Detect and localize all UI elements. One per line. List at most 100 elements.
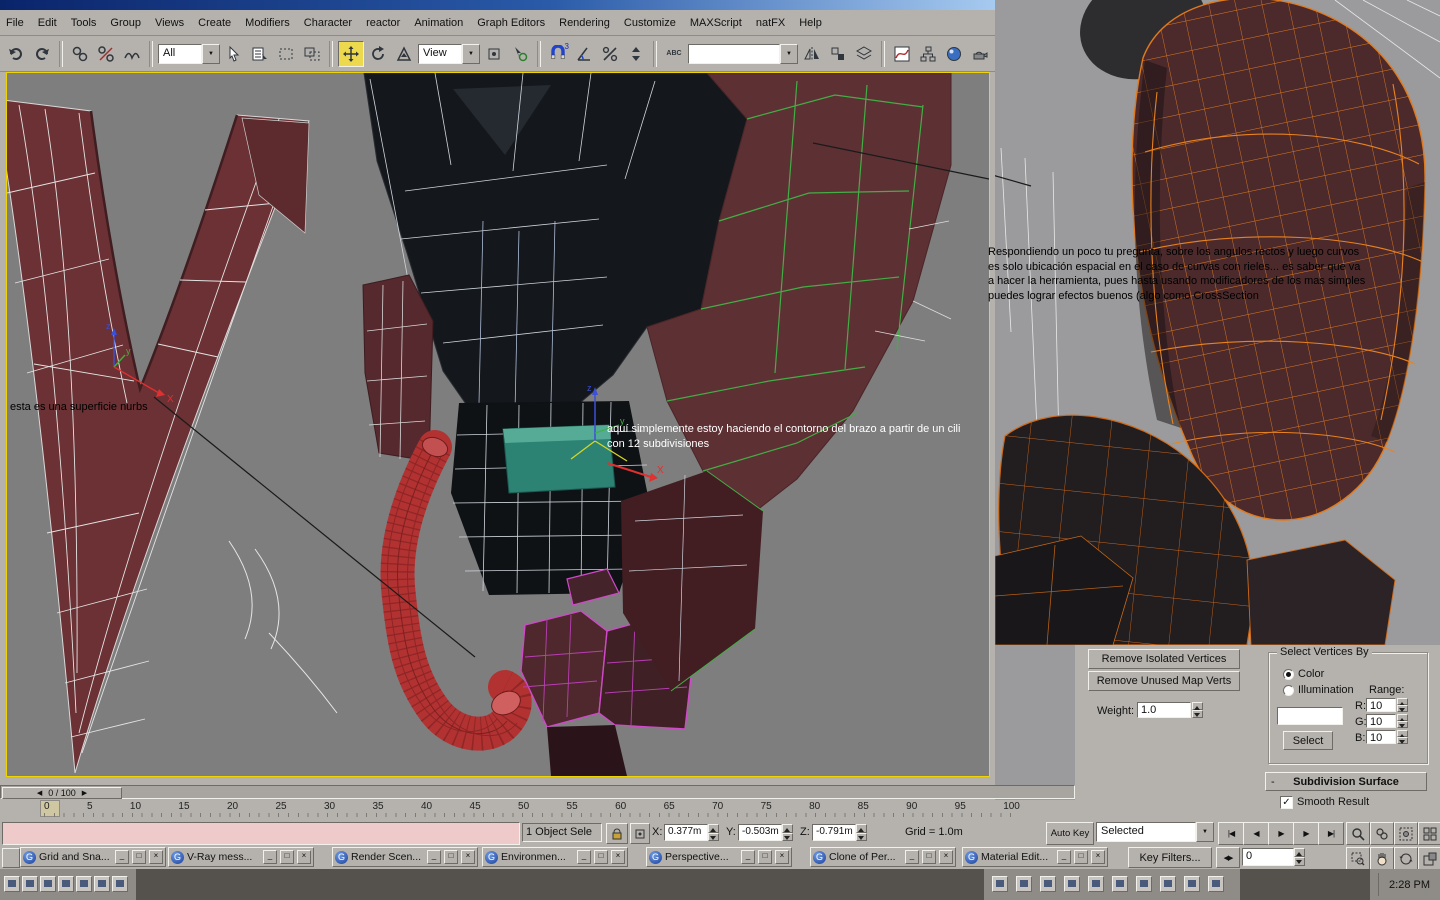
remove-unused-map-verts-button[interactable]: Remove Unused Map Verts	[1088, 671, 1240, 691]
select-and-link-icon[interactable]	[68, 42, 92, 66]
restore-icon[interactable]: □	[280, 850, 294, 864]
menu-maxscript[interactable]: MAXScript	[690, 17, 742, 29]
color-radio[interactable]	[1283, 669, 1294, 680]
chevron-down-icon[interactable]: ▼	[202, 43, 220, 64]
bind-to-spacewarp-icon[interactable]	[120, 42, 144, 66]
x-spinner[interactable]	[708, 824, 719, 841]
close-icon[interactable]: ×	[1091, 850, 1105, 864]
select-and-scale-icon[interactable]	[392, 42, 416, 66]
minimize-icon[interactable]: _	[115, 850, 129, 864]
taskbar-icon[interactable]	[40, 876, 56, 892]
menu-reactor[interactable]: reactor	[366, 17, 400, 29]
color-swatch[interactable]	[1277, 707, 1343, 725]
current-frame-field[interactable]: 0	[1242, 848, 1294, 866]
tray-icon[interactable]	[1112, 876, 1128, 892]
menu-natfx[interactable]: natFX	[756, 17, 785, 29]
selection-lock-button[interactable]	[606, 823, 628, 844]
key-step-toggle[interactable]: ◀▶	[1216, 847, 1240, 868]
r-field[interactable]: 10	[1366, 698, 1396, 712]
previous-frame-button[interactable]: ◀	[1243, 822, 1269, 845]
window-crossing-icon[interactable]	[300, 42, 324, 66]
close-icon[interactable]: ×	[461, 850, 475, 864]
chevron-down-icon[interactable]: ▼	[1196, 822, 1214, 842]
play-button[interactable]: ▶	[1268, 822, 1294, 845]
close-icon[interactable]: ×	[149, 850, 163, 864]
menu-customize[interactable]: Customize	[624, 17, 676, 29]
menu-create[interactable]: Create	[198, 17, 231, 29]
time-slider[interactable]: ◀ 0 / 100 ▶	[0, 785, 1075, 799]
menu-modifiers[interactable]: Modifiers	[245, 17, 290, 29]
menu-edit[interactable]: Edit	[38, 17, 57, 29]
slider-right-arrow-icon[interactable]: ▶	[82, 789, 87, 797]
zoom-extents-all-button[interactable]	[1418, 822, 1440, 845]
select-and-move-icon[interactable]	[338, 40, 364, 67]
restore-icon[interactable]: □	[758, 850, 772, 864]
minimize-icon[interactable]: _	[577, 850, 591, 864]
min-max-toggle-button[interactable]	[1418, 847, 1440, 870]
percent-snap-icon[interactable]	[598, 42, 622, 66]
named-selection-dropdown[interactable]: ▼	[688, 43, 798, 64]
restore-icon[interactable]: □	[922, 850, 936, 864]
maxscript-mini-listener[interactable]	[2, 822, 520, 845]
y-coordinate-field[interactable]: -0.503m	[738, 824, 782, 841]
align-icon[interactable]	[826, 42, 850, 66]
tray-icon[interactable]	[1064, 876, 1080, 892]
menu-views[interactable]: Views	[155, 17, 184, 29]
tray-icon[interactable]	[992, 876, 1008, 892]
rectangular-selection-region-icon[interactable]	[274, 42, 298, 66]
minimize-icon[interactable]: _	[1057, 850, 1071, 864]
select-by-name-icon[interactable]	[248, 42, 272, 66]
tray-icon[interactable]	[1136, 876, 1152, 892]
taskbar-icon[interactable]	[22, 876, 38, 892]
tray-icon[interactable]	[1088, 876, 1104, 892]
angle-snap-icon[interactable]	[572, 42, 596, 66]
r-spinner[interactable]	[1397, 698, 1408, 712]
remove-isolated-vertices-button[interactable]: Remove Isolated Vertices	[1088, 649, 1240, 669]
tray-icon[interactable]	[1040, 876, 1056, 892]
window-clone-of-perspective[interactable]: G Clone of Per... _ □ ×	[810, 847, 956, 867]
mirror-icon[interactable]	[800, 42, 824, 66]
menu-group[interactable]: Group	[110, 17, 141, 29]
tray-icon[interactable]	[1184, 876, 1200, 892]
menu-graph-editors[interactable]: Graph Editors	[477, 17, 545, 29]
menu-help[interactable]: Help	[799, 17, 822, 29]
window-render-scene[interactable]: G Render Scen... _ □ ×	[332, 847, 478, 867]
material-editor-icon[interactable]	[942, 42, 966, 66]
minimize-icon[interactable]: _	[905, 850, 919, 864]
zoom-region-button[interactable]	[1346, 847, 1370, 870]
zoom-all-button[interactable]	[1370, 822, 1394, 845]
select-button[interactable]: Select	[1283, 731, 1333, 750]
auto-key-button[interactable]: Auto Key	[1046, 822, 1094, 845]
illumination-radio[interactable]	[1283, 685, 1294, 696]
named-selection-sets-icon[interactable]: ABC	[662, 42, 686, 66]
snap-toggle-icon[interactable]: 3	[546, 42, 570, 66]
chevron-down-icon[interactable]: ▼	[780, 43, 798, 64]
b-field[interactable]: 10	[1366, 730, 1396, 744]
b-spinner[interactable]	[1397, 730, 1408, 744]
taskbar-icon[interactable]	[4, 876, 20, 892]
taskbar-icon[interactable]	[58, 876, 74, 892]
zoom-button[interactable]	[1346, 822, 1370, 845]
pan-button[interactable]	[1370, 847, 1394, 870]
window-perspective[interactable]: G Perspective... _ □ ×	[646, 847, 792, 867]
next-frame-button[interactable]: ▶	[1293, 822, 1319, 845]
go-to-end-button[interactable]: ▶|	[1318, 822, 1344, 845]
curve-editor-icon[interactable]	[890, 42, 914, 66]
window-vray-messages[interactable]: G V-Ray mess... _ □ ×	[168, 847, 314, 867]
window-environment[interactable]: G Environmen... _ □ ×	[482, 847, 628, 867]
undo-icon[interactable]	[4, 42, 28, 66]
select-and-rotate-icon[interactable]	[366, 42, 390, 66]
taskbar-icon[interactable]	[112, 876, 128, 892]
subdivision-surface-rollout[interactable]: - Subdivision Surface	[1265, 772, 1427, 791]
tray-icon[interactable]	[1160, 876, 1176, 892]
restore-icon[interactable]: □	[594, 850, 608, 864]
title-bar[interactable]	[0, 0, 995, 10]
key-filters-button[interactable]: Key Filters...	[1128, 847, 1212, 868]
schematic-view-icon[interactable]	[916, 42, 940, 66]
x-coordinate-field[interactable]: 0.377m	[664, 824, 708, 841]
key-mode-dropdown[interactable]: Selected ▼	[1096, 822, 1214, 842]
track-bar[interactable]: 0 5 10 15 20 25 30 35 40 45 50 55 60 65 …	[0, 800, 1075, 818]
g-field[interactable]: 10	[1366, 714, 1396, 728]
menu-tools[interactable]: Tools	[71, 17, 97, 29]
g-spinner[interactable]	[1397, 714, 1408, 728]
